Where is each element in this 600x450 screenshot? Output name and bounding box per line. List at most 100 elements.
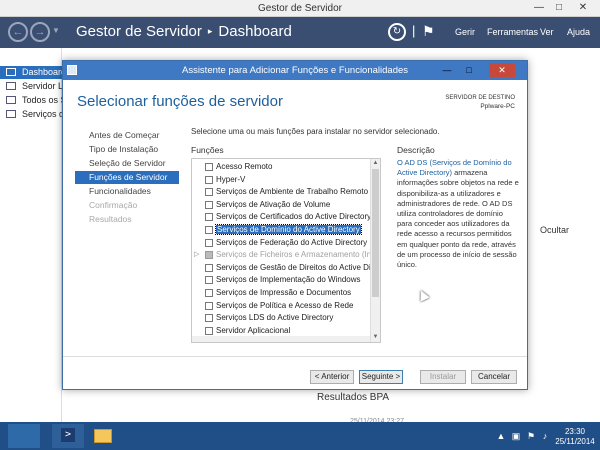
- close-button[interactable]: ✕: [572, 2, 594, 14]
- bpa-results-label[interactable]: Resultados BPA: [317, 392, 389, 403]
- folder-icon: [94, 429, 112, 443]
- taskbar-file-explorer[interactable]: [88, 424, 120, 448]
- sidebar-item-label: Servidor Lo: [22, 81, 62, 91]
- sidebar-item-local-server[interactable]: Servidor Lo: [0, 80, 62, 93]
- sidebar-item-label: Todos os S: [22, 95, 62, 105]
- role-checkbox[interactable]: [205, 188, 213, 197]
- maximize-button[interactable]: □: [550, 2, 568, 14]
- back-icon[interactable]: ←: [8, 22, 28, 42]
- divider-icon: |: [412, 23, 416, 38]
- role-checkbox[interactable]: [205, 326, 213, 335]
- role-label: Serviços de Gestão de Direitos do Active…: [216, 262, 370, 272]
- role-item[interactable]: Serviços de Gestão de Direitos do Active…: [192, 262, 370, 275]
- destination-server-value: Pplware-PC: [480, 103, 515, 110]
- taskbar-powershell[interactable]: >: [52, 424, 84, 448]
- tray-expand-icon[interactable]: ▲: [496, 431, 506, 441]
- scroll-down-icon[interactable]: ▼: [371, 333, 380, 342]
- role-checkbox[interactable]: [205, 289, 213, 297]
- role-checkbox[interactable]: [205, 238, 213, 247]
- role-item[interactable]: Serviços de Implementação do Windows: [192, 274, 370, 287]
- role-label: Hyper-V: [216, 174, 246, 184]
- role-checkbox[interactable]: [205, 314, 213, 323]
- clock-time[interactable]: 23:30: [555, 427, 595, 436]
- cancel-button[interactable]: Cancelar: [471, 370, 517, 384]
- role-item[interactable]: Serviços de Política e Acesso de Rede: [192, 300, 370, 313]
- role-item[interactable]: Serviços de Federação do Active Director…: [192, 237, 370, 250]
- role-checkbox[interactable]: [205, 163, 213, 171]
- notifications-flag-icon[interactable]: ⚑: [422, 23, 435, 40]
- sidebar-item-all-servers[interactable]: Todos os S: [0, 94, 62, 107]
- role-checkbox[interactable]: [205, 213, 213, 222]
- sidebar-item-file-services[interactable]: Serviços de: [0, 108, 62, 121]
- role-checkbox[interactable]: [205, 276, 213, 285]
- role-item[interactable]: Serviços de Certificados do Active Direc…: [192, 211, 370, 224]
- role-item[interactable]: Serviços de Domínio do Active Directory: [192, 224, 370, 237]
- hide-link[interactable]: Ocultar: [540, 225, 569, 235]
- wizard-step[interactable]: Antes de Começar: [75, 129, 179, 142]
- file-services-icon: [6, 110, 16, 118]
- sidebar-item-dashboard[interactable]: Dashboard: [0, 66, 62, 79]
- next-button[interactable]: Seguinte >: [359, 370, 403, 384]
- expand-icon[interactable]: ▷: [194, 249, 199, 262]
- role-label: Serviços LDS do Active Directory: [216, 313, 334, 323]
- history-dropdown-icon[interactable]: ▼: [52, 26, 60, 35]
- powershell-icon: >: [61, 428, 75, 442]
- forward-icon[interactable]: →: [30, 22, 50, 42]
- role-label: Serviços de Ficheiros e Armazenamento (I…: [216, 250, 370, 260]
- menu-ferramentas[interactable]: Ferramentas: [487, 27, 538, 37]
- role-item[interactable]: Serviços de Impressão e Documentos: [192, 287, 370, 300]
- role-checkbox[interactable]: [205, 263, 213, 272]
- previous-button[interactable]: < Anterior: [310, 370, 354, 384]
- role-checkbox[interactable]: [205, 200, 213, 209]
- sidebar-item-label: Serviços de: [22, 109, 62, 119]
- role-item[interactable]: Hyper-V: [192, 174, 370, 187]
- menu-gerir[interactable]: Gerir: [455, 27, 475, 37]
- role-item[interactable]: Serviços de Ambiente de Trabalho Remoto: [192, 186, 370, 199]
- flag-icon[interactable]: ⚑: [526, 431, 536, 441]
- server-manager-titlebar: Gestor de Servidor — □ ✕: [0, 0, 600, 17]
- clock-date[interactable]: 25/11/2014: [552, 437, 598, 446]
- wizard-titlebar: Assistente para Adicionar Funções e Func…: [63, 61, 527, 80]
- scrollbar-thumb[interactable]: [372, 169, 379, 297]
- role-checkbox[interactable]: [205, 251, 213, 260]
- taskbar-server-manager[interactable]: [8, 424, 40, 448]
- menu-ajuda[interactable]: Ajuda: [567, 27, 590, 37]
- role-label: Serviços de Ativação de Volume: [216, 199, 331, 209]
- role-checkbox[interactable]: [205, 301, 213, 310]
- network-icon[interactable]: ▣: [511, 431, 521, 441]
- wizard-maximize-button[interactable]: □: [459, 63, 479, 77]
- role-description-body: armazena informações sobre objetos na re…: [397, 168, 519, 270]
- role-item[interactable]: Acesso Remoto: [192, 161, 370, 174]
- add-roles-wizard: Assistente para Adicionar Funções e Func…: [62, 60, 528, 390]
- role-label: Serviços de Federação do Active Director…: [216, 237, 368, 247]
- scroll-up-icon[interactable]: ▲: [371, 159, 380, 168]
- wizard-close-button[interactable]: ✕: [489, 63, 515, 77]
- wizard-step[interactable]: Funcionalidades: [75, 185, 179, 198]
- role-checkbox[interactable]: [205, 226, 213, 234]
- volume-icon[interactable]: ♪: [540, 431, 550, 441]
- role-item[interactable]: Serviços de Ativação de Volume: [192, 199, 370, 212]
- role-label: Acesso Remoto: [216, 162, 273, 171]
- role-item[interactable]: Serviços LDS do Active Directory: [192, 312, 370, 325]
- wizard-step[interactable]: Tipo de Instalação: [75, 143, 179, 156]
- role-checkbox[interactable]: [205, 175, 213, 184]
- wizard-step[interactable]: Seleção de Servidor: [75, 157, 179, 170]
- menu-ver[interactable]: Ver: [540, 27, 554, 37]
- role-item[interactable]: ▷ Serviços de Ficheiros e Armazenamento (…: [192, 249, 370, 262]
- page-title: Selecionar funções de servidor: [77, 93, 283, 110]
- role-label: Servidor Aplicacional: [216, 325, 291, 335]
- wizard-step: Confirmação: [89, 200, 138, 210]
- install-button[interactable]: Instalar: [420, 370, 466, 384]
- role-label: Serviços de Implementação do Windows: [216, 275, 361, 285]
- roles-scrollbar[interactable]: ▲ ▼: [370, 159, 380, 342]
- roles-list[interactable]: Acesso Remoto Hyper-V Serviços de Ambiente…: [191, 158, 381, 343]
- wizard-step[interactable]: Funções de Servidor: [75, 171, 179, 184]
- roles-horizontal-scrollbar[interactable]: [192, 336, 370, 342]
- role-label: Serviços de Política e Acesso de Rede: [216, 300, 354, 310]
- server-manager-header: ← → ▼ Gestor de Servidor ▸ Dashboard ↻ | ⚑…: [0, 17, 600, 48]
- role-label: Serviços de Certificados do Active Direc…: [216, 212, 370, 222]
- role-description: O AD DS (Serviços de Domínio do Active D…: [397, 158, 519, 270]
- wizard-minimize-button[interactable]: —: [437, 63, 457, 77]
- minimize-button[interactable]: —: [530, 2, 548, 14]
- refresh-icon[interactable]: ↻: [388, 23, 406, 41]
